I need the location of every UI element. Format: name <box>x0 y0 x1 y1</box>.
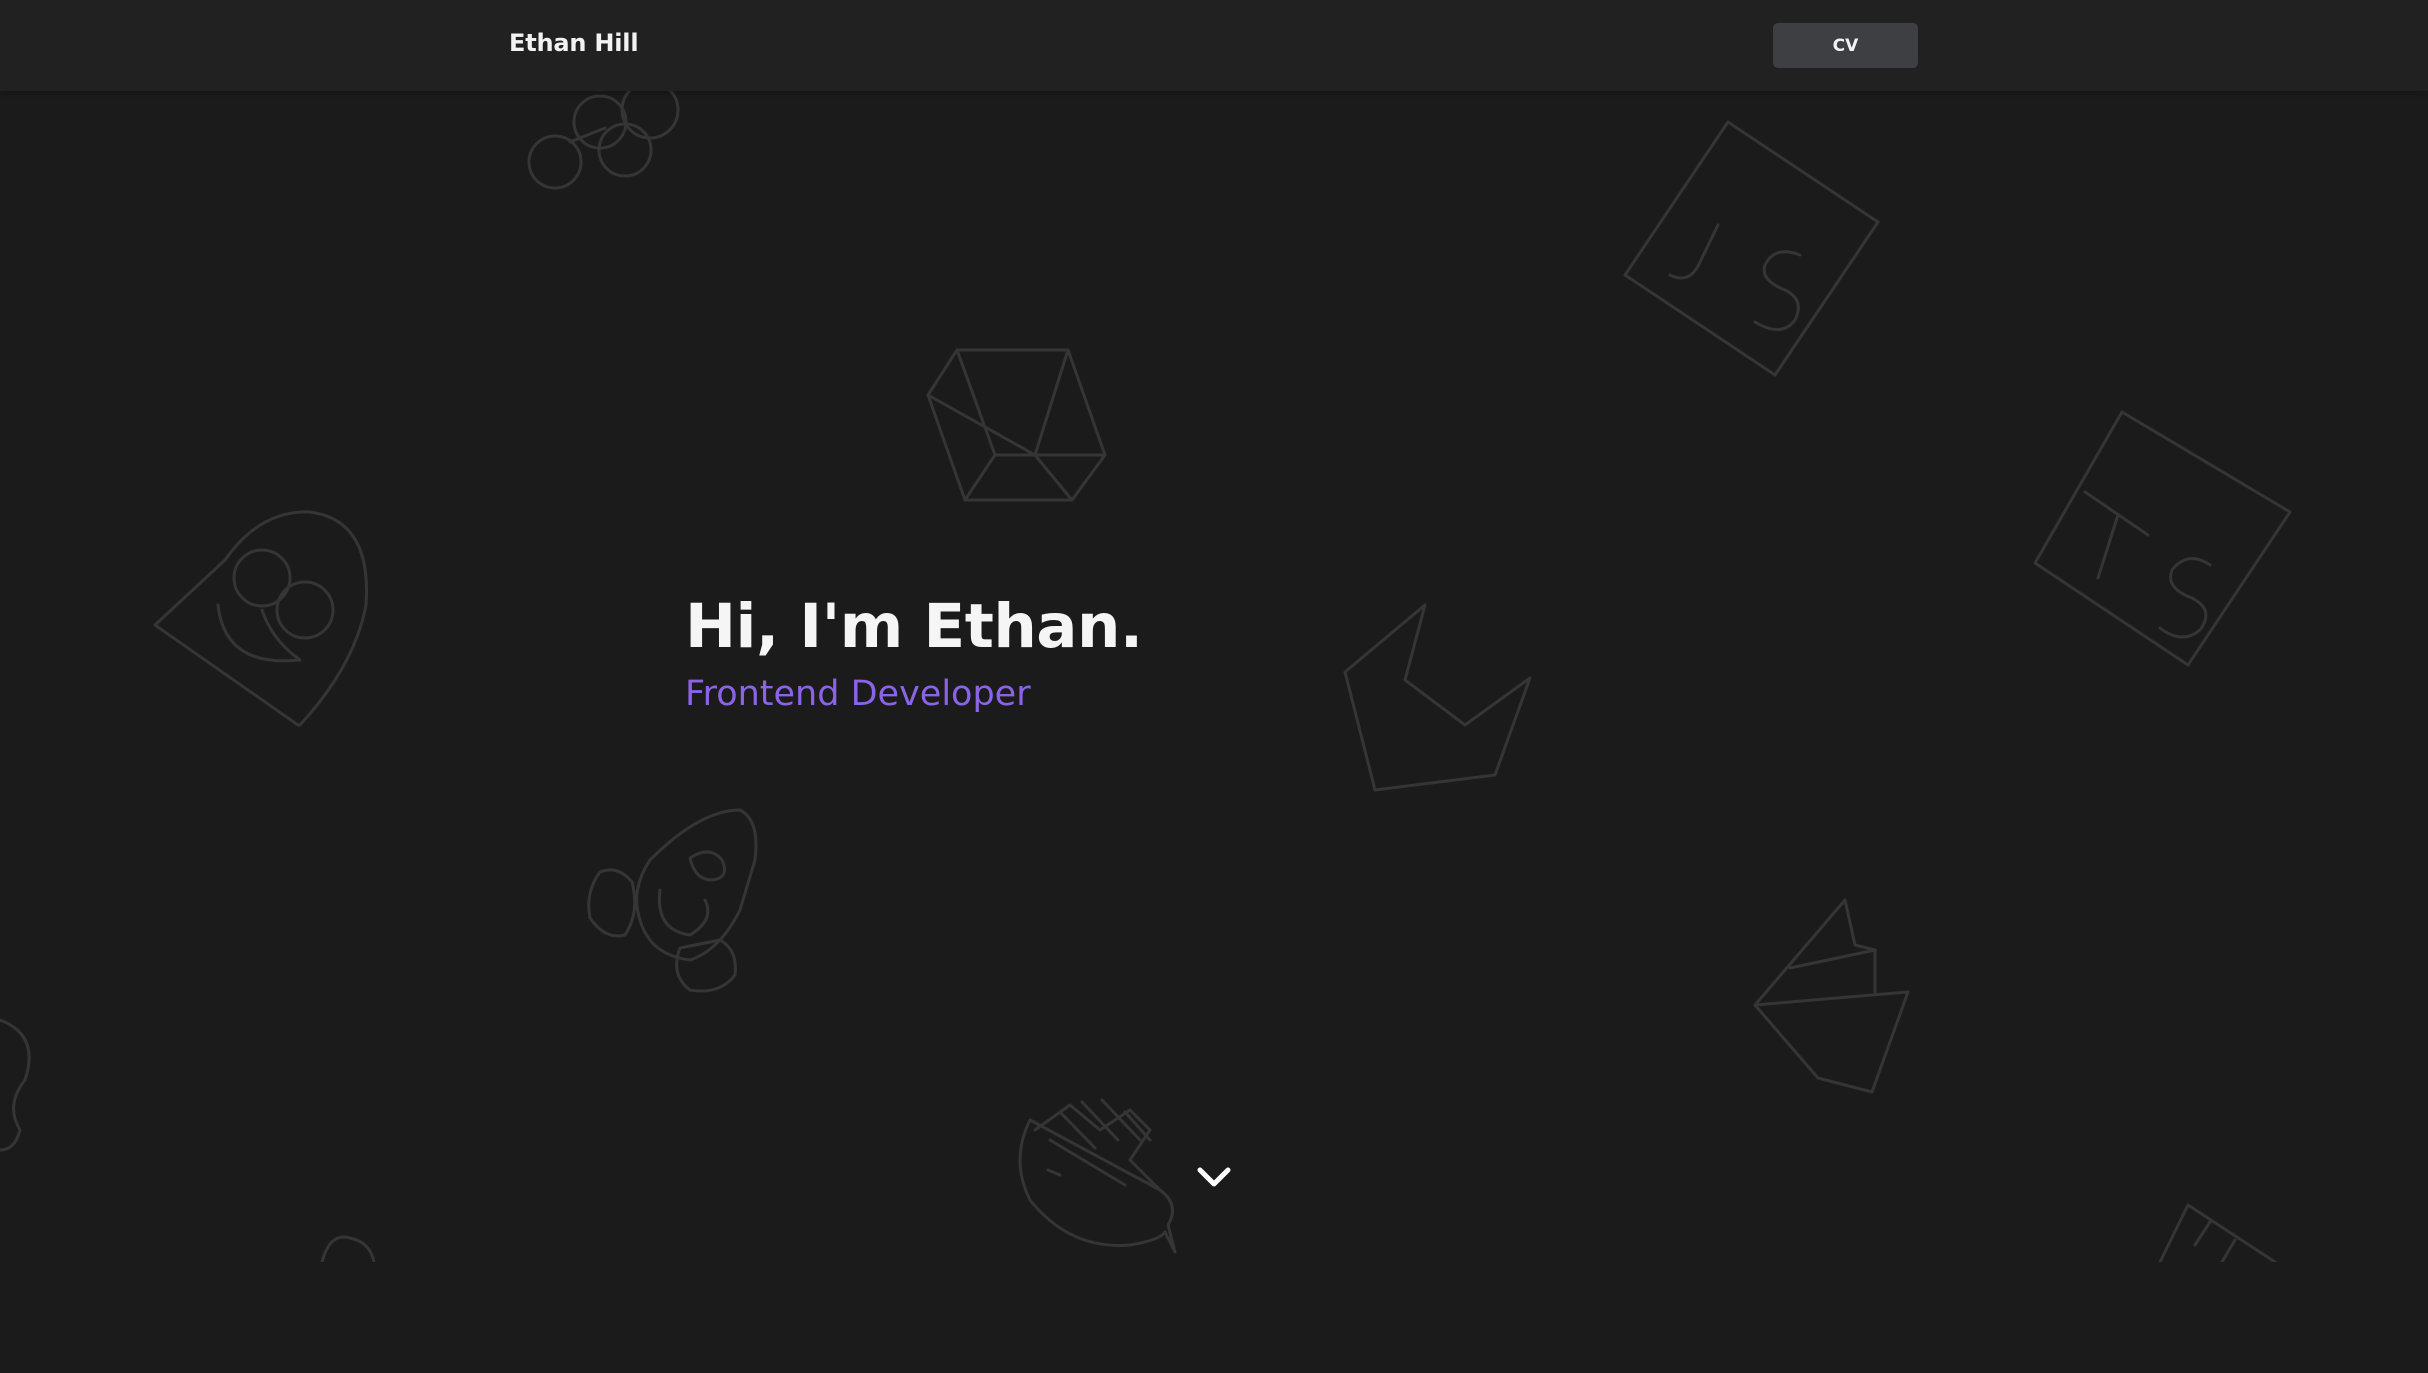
partial-left-icon <box>0 1018 31 1152</box>
hero-subtitle: Frontend Developer <box>685 674 1031 714</box>
cv-button[interactable]: CV <box>1773 23 1918 68</box>
react-native-icon <box>153 510 369 727</box>
background-decoration <box>0 80 2292 1262</box>
cube-icon <box>926 348 1107 502</box>
partial-bottom-right-icon <box>2158 1203 2277 1262</box>
flutter-icon <box>527 80 680 190</box>
hero-title: Hi, I'm Ethan. <box>685 591 1143 662</box>
docker-icon <box>1018 1098 1177 1254</box>
typescript-icon <box>2033 410 2292 667</box>
brand-name[interactable]: Ethan Hill <box>509 29 639 57</box>
portfolio-page: Ethan Hill CV Hi, I'm Ethan. Frontend De… <box>0 0 2428 1373</box>
gitlab-icon <box>1343 603 1532 792</box>
javascript-icon <box>1623 120 1880 377</box>
chevron-down-icon[interactable] <box>1195 1163 1233 1193</box>
sailboat-icon <box>1753 898 1910 1094</box>
linux-icon <box>587 808 758 993</box>
hero-section: Hi, I'm Ethan. Frontend Developer <box>685 587 1143 717</box>
top-navbar: Ethan Hill CV <box>0 0 2428 91</box>
partial-bottom-left-icon <box>320 1235 376 1262</box>
